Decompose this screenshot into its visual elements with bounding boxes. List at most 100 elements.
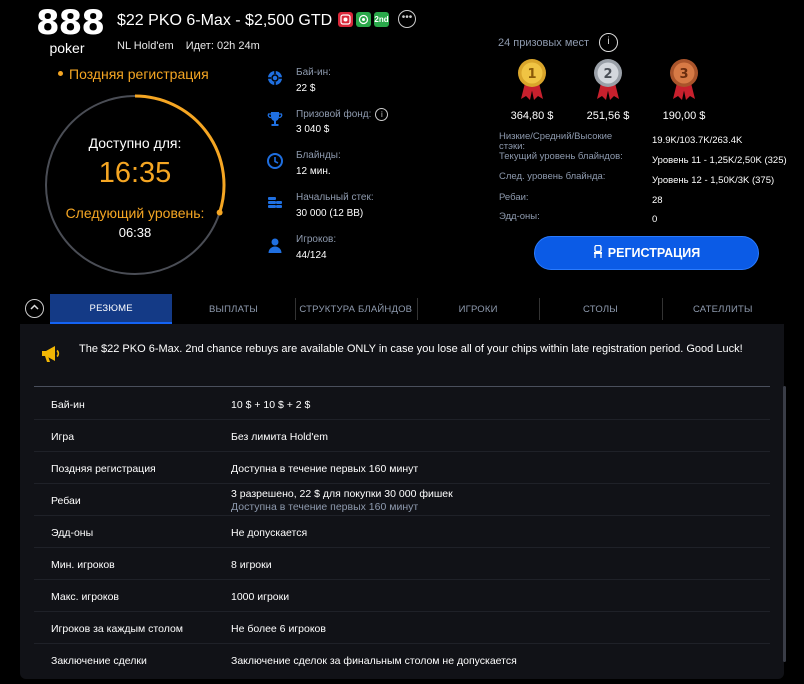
summary-scrollbar[interactable] xyxy=(783,386,786,662)
available-time: 16:35 xyxy=(98,157,172,189)
clock-icon xyxy=(267,153,283,169)
table-row: Игра Без лимита Hold'em xyxy=(34,420,770,452)
row-subvalue: Доступна в течение первых 160 минут xyxy=(231,501,419,513)
starting-stack-value: 30 000 (12 BB) xyxy=(296,208,364,219)
buyin-label: Бай-ин: xyxy=(296,67,331,78)
players-value: 44/124 xyxy=(296,250,327,261)
starting-stack-label: Начальный стек: xyxy=(296,192,374,203)
gold-medal-icon: 1 xyxy=(518,59,546,100)
blinds-label: Блайнды: xyxy=(296,150,341,161)
prize-pool-label: Призовой фонд: i xyxy=(296,108,389,121)
tab-blind-structure[interactable]: СТРУКТУРА БЛАЙНДОВ xyxy=(294,294,417,324)
seat-icon xyxy=(593,244,603,261)
row-label: Поздняя регистрация xyxy=(51,463,156,475)
svg-text:2: 2 xyxy=(603,67,612,82)
rebuys-label: Ребаи: xyxy=(499,192,529,203)
tournament-subline: NL Hold'em Идет: 02h 24m xyxy=(117,40,260,52)
prize-info-icon[interactable]: i xyxy=(375,108,389,121)
game-type: NL Hold'em xyxy=(117,40,174,52)
chip-icon xyxy=(268,71,282,85)
row-label: Игроков за каждым столом xyxy=(51,623,184,635)
row-value: 10 $ + 10 $ + 2 $ xyxy=(231,399,311,411)
next-level-time: 06:38 xyxy=(118,225,152,240)
row-value: Доступна в течение первых 160 минут xyxy=(231,463,419,475)
svg-text:1: 1 xyxy=(527,67,536,82)
current-level-label: Текущий уровень блайндов: xyxy=(499,151,623,162)
row-value: 8 игроки xyxy=(231,559,272,571)
row-value: Не допускается xyxy=(231,527,308,539)
tournament-title: $22 PKO 6-Max - $2,500 GTD xyxy=(117,12,333,29)
second-chance-badge: 2nd xyxy=(374,12,389,27)
logo-number: 888 xyxy=(36,3,105,43)
user-icon xyxy=(268,238,282,253)
prize-places-info-icon[interactable]: i xyxy=(599,33,618,52)
table-row: Мин. игроков 8 игроки xyxy=(34,548,770,580)
buyin-value: 22 $ xyxy=(296,83,316,94)
chip-stack-icon xyxy=(268,197,282,208)
second-prize-value: 251,56 $ xyxy=(586,110,630,122)
tab-players[interactable]: ИГРОКИ xyxy=(416,294,539,324)
table-row: Заключение сделки Заключение сделок за фи… xyxy=(34,644,770,676)
table-row: Ребаи 3 разрешено, 22 $ для покупки 30 00… xyxy=(34,484,770,516)
bronze-medal-icon: 3 xyxy=(670,59,698,100)
knockout-badge-icon xyxy=(356,12,371,27)
more-options-button[interactable]: ••• xyxy=(398,10,416,28)
third-prize-value: 190,00 $ xyxy=(662,110,706,122)
888poker-logo: 888 poker xyxy=(36,3,105,56)
silver-medal-icon: 2 xyxy=(594,59,622,100)
blinds-value: 12 мин. xyxy=(296,166,331,177)
first-prize-value: 364,80 $ xyxy=(510,110,554,122)
current-level-value: Уровень 11 - 1,25K/2,50K (325) xyxy=(652,155,787,166)
megaphone-icon xyxy=(42,346,60,362)
addons-value: 0 xyxy=(652,214,658,225)
available-for-label: Доступно для: xyxy=(88,135,182,151)
late-registration-timer: Доступно для: 16:35 Следующий уровень: 0… xyxy=(43,93,227,277)
players-label: Игроков: xyxy=(296,234,337,245)
stacks-value: 19.9K/103.7K/263.4K xyxy=(652,135,743,146)
collapse-chevron-up-icon[interactable] xyxy=(25,299,44,318)
addons-label: Эдд-оны: xyxy=(499,211,540,222)
status-dot-icon xyxy=(58,70,63,76)
trophy-icon xyxy=(267,112,283,126)
row-label: Заключение сделки xyxy=(51,655,147,667)
table-row: Макс. игроков 1000 игроки xyxy=(34,580,770,612)
tab-satellites[interactable]: САТЕЛЛИТЫ xyxy=(661,294,784,324)
row-value: 3 разрешено, 22 $ для покупки 30 000 фиш… xyxy=(231,488,453,500)
timer-progress-arc xyxy=(134,94,226,213)
tournament-tabs: РЕЗЮМЕ ВЫПЛАТЫ СТРУКТУРА БЛАЙНДОВ ИГРОКИ… xyxy=(50,294,784,324)
row-value: 1000 игроки xyxy=(231,591,290,603)
logo-word: poker xyxy=(49,40,85,56)
next-blind-level-label: След. уровень блайнда: xyxy=(499,171,606,182)
register-button[interactable]: РЕГИСТРАЦИЯ xyxy=(534,236,759,270)
row-value: Заключение сделок за финальным столом не… xyxy=(231,655,517,667)
row-label: Эдд-оны xyxy=(51,527,94,539)
running-time: Идет: 02h 24m xyxy=(185,40,260,52)
table-row: Поздняя регистрация Доступна в течение пе… xyxy=(34,452,770,484)
tab-tables[interactable]: СТОЛЫ xyxy=(539,294,661,324)
tab-summary[interactable]: РЕЗЮМЕ xyxy=(50,294,173,324)
table-row: Эдд-оны Не допускается xyxy=(34,516,770,548)
row-label: Мин. игроков xyxy=(51,559,115,571)
row-label: Макс. игроков xyxy=(51,591,120,603)
prize-places-label: 24 призовых мест xyxy=(498,37,590,49)
table-row: Игроков за каждым столом Не более 6 игрок… xyxy=(34,612,770,644)
next-level-label: Следующий уровень: xyxy=(65,205,205,221)
stacks-label: Низкие/Средний/Высокие стэки: xyxy=(499,131,613,152)
prize-pool-value: 3 040 $ xyxy=(296,124,330,135)
row-label: Ребаи xyxy=(51,495,81,507)
table-row: Бай-ин 10 $ + 10 $ + 2 $ xyxy=(34,388,770,420)
tab-payouts[interactable]: ВЫПЛАТЫ xyxy=(172,294,294,324)
row-value: Не более 6 игроков xyxy=(231,623,326,635)
rebuys-value: 28 xyxy=(652,195,663,206)
summary-table: Бай-ин 10 $ + 10 $ + 2 $ Игра Без лимита H… xyxy=(34,388,770,676)
tournament-badges: 2nd xyxy=(338,12,389,27)
next-blind-level-value: Уровень 12 - 1,50K/3K (375) xyxy=(652,175,775,186)
summary-panel: The $22 PKO 6-Max. 2nd chance rebuys are… xyxy=(20,324,784,679)
svg-text:3: 3 xyxy=(679,67,688,82)
register-button-label: РЕГИСТРАЦИЯ xyxy=(607,246,701,260)
late-registration-label: Поздняя регистрация xyxy=(58,66,209,82)
row-value: Без лимита Hold'em xyxy=(231,431,328,443)
row-label: Игра xyxy=(51,431,75,443)
row-label: Бай-ин xyxy=(51,399,85,411)
notice-text: The $22 PKO 6-Max. 2nd chance rebuys are… xyxy=(79,343,743,355)
